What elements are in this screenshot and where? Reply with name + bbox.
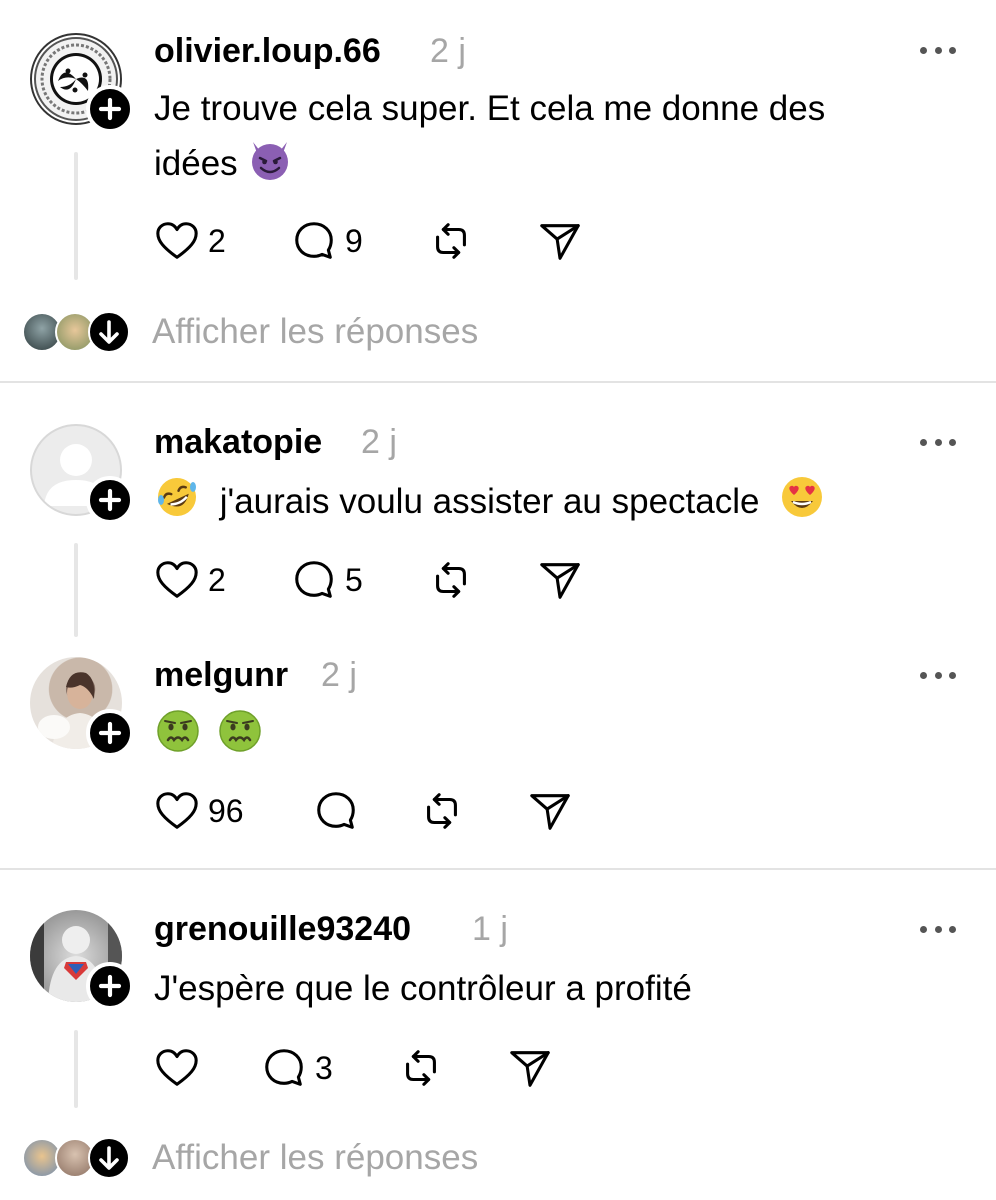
reply-count: 3 [315,1049,333,1086]
show-replies-link[interactable]: Afficher les réponses [152,312,478,352]
post-text: idées [154,144,238,183]
like-button[interactable]: 2 [154,218,226,264]
show-replies-link[interactable]: Afficher les réponses [152,1138,478,1178]
plus-icon [90,89,130,129]
follow-button[interactable] [86,709,134,757]
like-button[interactable]: 2 [154,557,226,603]
username[interactable]: makatopie [154,423,322,462]
plus-icon [90,966,130,1006]
reply-count: 9 [345,222,363,259]
devil-emoji [252,142,289,180]
rofl-emoji [158,478,196,516]
reply-count: 5 [345,561,363,598]
post-text: J'espère que le contrôleur a profité [154,969,692,1008]
more-dots-icon[interactable] [920,923,956,935]
post-text-line: j'aurais voulu assister au spectacle [154,474,825,529]
divider [0,868,996,870]
username[interactable]: melgunr [154,656,288,695]
send-icon [537,557,583,603]
share-button[interactable] [527,788,573,834]
nauseated-face-emoji [156,709,200,753]
heart-icon [154,557,200,603]
nauseated-face-emoji [218,709,262,753]
repost-icon [419,788,465,834]
thread-line [74,543,78,637]
comment-bubble-icon [261,1045,307,1091]
thread-line [74,152,78,280]
repost-button[interactable] [428,218,474,264]
arrow-down-icon[interactable] [88,1137,130,1179]
thread-line [74,1030,78,1108]
like-count: 2 [208,561,226,598]
comment-bubble-icon [291,557,337,603]
heart-icon [154,218,200,264]
like-count: 2 [208,222,226,259]
plus-icon [90,713,130,753]
timestamp: 2 j [430,32,466,70]
post-text-line1: Je trouve cela super. Et cela me donne d… [154,89,826,128]
more-dots-icon[interactable] [920,669,956,681]
comment-bubble-icon [313,788,359,834]
reply-button[interactable] [313,788,359,834]
repost-icon [428,557,474,603]
timestamp: 2 j [361,423,397,461]
username[interactable]: olivier.loup.66 [154,32,381,71]
timestamp: 2 j [321,656,357,694]
post-text-line2: idées [154,136,293,191]
post-text: j'aurais voulu assister au spectacle [219,482,760,521]
repost-button[interactable] [398,1045,444,1091]
follow-button[interactable] [86,962,134,1010]
username[interactable]: grenouille93240 [154,910,411,949]
post-emojis [156,708,262,762]
timestamp: 1 j [472,910,508,948]
share-button[interactable] [507,1045,553,1091]
share-button[interactable] [537,557,583,603]
like-button[interactable] [154,1045,200,1091]
repost-button[interactable] [428,557,474,603]
send-icon [527,788,573,834]
like-button[interactable]: 96 [154,788,244,834]
heart-icon [154,1045,200,1091]
repost-icon [428,218,474,264]
follow-button[interactable] [86,476,134,524]
follow-button[interactable] [86,85,134,133]
reply-button[interactable]: 9 [291,218,363,264]
heart-eyes-emoji [782,477,823,517]
send-icon [507,1045,553,1091]
like-count: 96 [208,792,244,829]
heart-icon [154,788,200,834]
comment-bubble-icon [291,218,337,264]
repost-icon [398,1045,444,1091]
send-icon [537,218,583,264]
repost-button[interactable] [419,788,465,834]
more-dots-icon[interactable] [920,436,956,448]
share-button[interactable] [537,218,583,264]
reply-button[interactable]: 3 [261,1045,333,1091]
more-dots-icon[interactable] [920,44,956,56]
divider [0,381,996,383]
arrow-down-icon[interactable] [88,311,130,353]
reply-button[interactable]: 5 [291,557,363,603]
plus-icon [90,480,130,520]
